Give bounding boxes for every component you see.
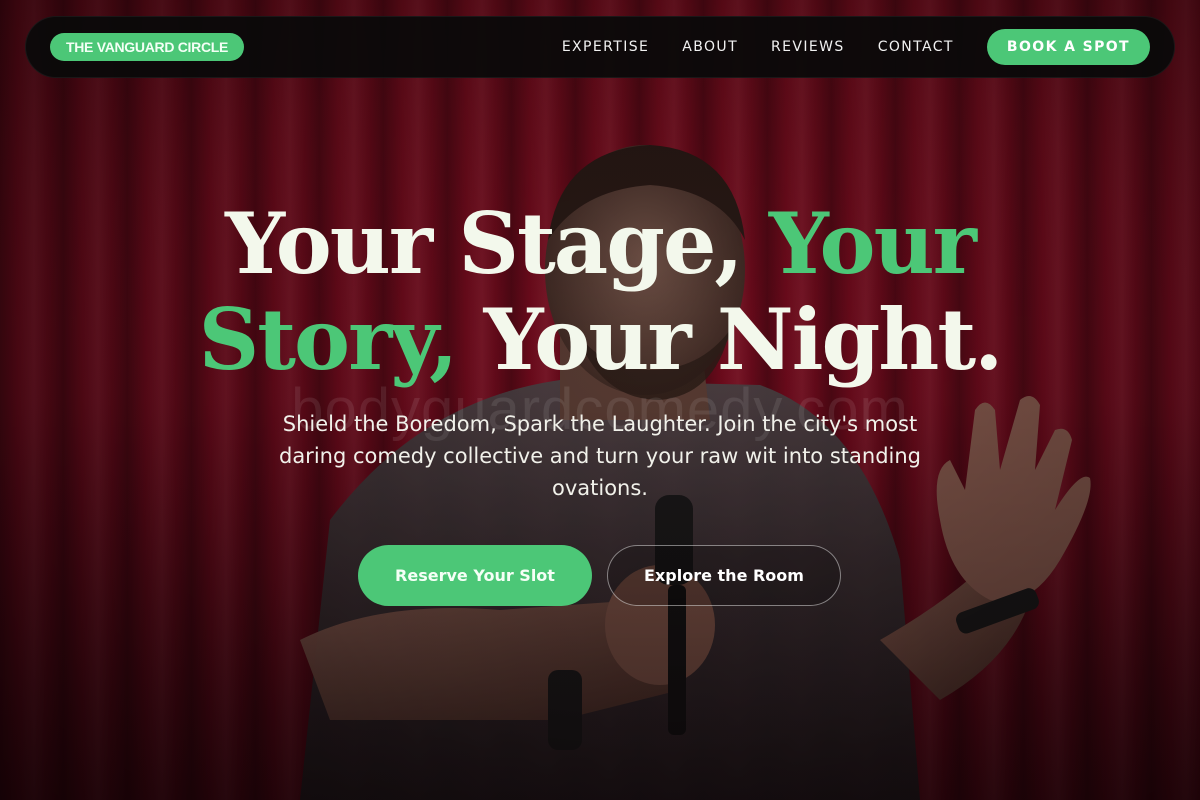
explore-room-button[interactable]: Explore the Room	[607, 545, 841, 606]
nav-link-expertise[interactable]: EXPERTISE	[562, 39, 649, 55]
hero-subtitle: Shield the Boredom, Spark the Laughter. …	[278, 412, 921, 500]
cta-row: Reserve Your Slot Explore the Room	[358, 545, 841, 606]
reserve-slot-button[interactable]: Reserve Your Slot	[358, 545, 592, 606]
nav-link-reviews[interactable]: REVIEWS	[771, 39, 845, 55]
nav-link-about[interactable]: ABOUT	[682, 39, 738, 55]
headline-line2-main: Your Night.	[483, 290, 1004, 389]
navbar: THE VANGUARD CIRCLE EXPERTISE ABOUT REVI…	[25, 16, 1175, 78]
nav-link-contact[interactable]: CONTACT	[878, 39, 954, 55]
book-a-spot-button[interactable]: BOOK A SPOT	[986, 29, 1150, 65]
dark-overlay	[0, 0, 1200, 800]
nav-links: EXPERTISE ABOUT REVIEWS CONTACT BOOK A S…	[562, 29, 1150, 65]
headline-line1-accent: Your	[768, 194, 977, 293]
headline-line2-accent: Story,	[198, 290, 484, 389]
hero-section: THE VANGUARD CIRCLE EXPERTISE ABOUT REVI…	[0, 0, 1200, 800]
headline-line1-main: Your Stage,	[225, 194, 769, 293]
hero-headline: Your Stage, Your Story, Your Night.	[0, 196, 1200, 388]
brand-logo[interactable]: THE VANGUARD CIRCLE	[50, 33, 245, 61]
